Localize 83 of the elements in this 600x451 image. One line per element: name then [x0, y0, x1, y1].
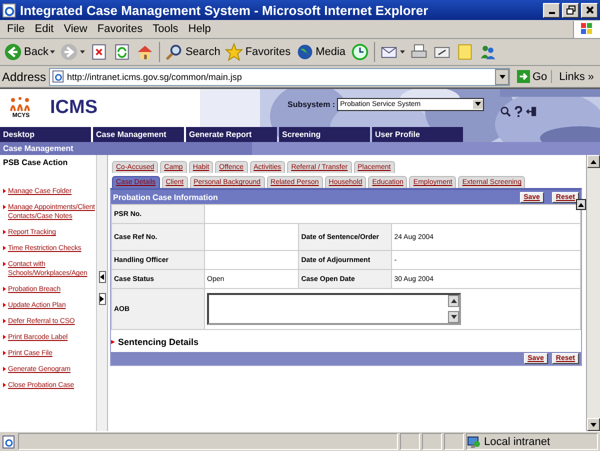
- bullet-icon: [3, 302, 6, 308]
- scroll-up-button[interactable]: [576, 199, 586, 210]
- bullet-icon: [3, 382, 6, 388]
- links-button[interactable]: Links »: [555, 70, 598, 82]
- globe-icon: [296, 43, 314, 61]
- help-icon[interactable]: [513, 106, 524, 116]
- nav-menu-item[interactable]: User Profile: [372, 127, 463, 142]
- left-arrow-icon: [100, 274, 104, 280]
- down-arrow-icon: [590, 422, 597, 426]
- expand-button[interactable]: [98, 293, 106, 305]
- caret-icon: [475, 102, 482, 106]
- up-arrow-icon: [590, 160, 597, 164]
- exit-door-icon[interactable]: [526, 106, 538, 116]
- minimize-button[interactable]: [543, 2, 560, 18]
- sentencing-toggle[interactable]: Sentencing Details: [111, 337, 581, 347]
- nav-menu-item[interactable]: Generate Report: [186, 127, 277, 142]
- close-button[interactable]: [581, 2, 598, 18]
- menu-item[interactable]: Tools: [148, 23, 184, 35]
- restore-icon: [566, 5, 576, 15]
- bullet-icon: [3, 350, 6, 356]
- minimize-icon: [548, 12, 554, 14]
- down-arrow-icon: [450, 315, 456, 319]
- page-icon: [2, 434, 16, 448]
- status-panel: [422, 433, 442, 450]
- stop-icon: [90, 43, 108, 61]
- zone-label: Local intranet: [484, 436, 550, 448]
- nav-menu-item[interactable]: Desktop: [0, 127, 91, 142]
- subsystem-label: Subsystem :: [288, 100, 336, 108]
- note-icon: [456, 43, 474, 61]
- menu-item[interactable]: View: [58, 23, 92, 35]
- caret-icon: [498, 74, 506, 78]
- status-panel: [444, 433, 464, 450]
- address-field[interactable]: http://intranet.icms.gov.sg/common/main.jsp: [49, 68, 510, 86]
- bullet-icon: [3, 204, 6, 210]
- bullet-icon: [3, 286, 6, 292]
- toolbar-button[interactable]: Back: [2, 40, 58, 64]
- status-panel: [400, 433, 420, 450]
- bullet-icon: [3, 188, 6, 194]
- up-arrow-icon: [578, 202, 584, 206]
- toolbar-button[interactable]: Search: [163, 40, 222, 64]
- search-icon: [165, 43, 184, 61]
- history-icon: [350, 43, 369, 61]
- up-arrow-icon: [450, 299, 456, 303]
- menu-item[interactable]: Edit: [30, 23, 59, 35]
- toolbar-button[interactable]: Media: [294, 40, 348, 64]
- nav-menu-item[interactable]: Screening: [279, 127, 370, 142]
- section-title: Case Management: [3, 144, 74, 153]
- toolbar-button[interactable]: Favorites: [223, 40, 293, 64]
- bullet-icon: [3, 334, 6, 340]
- right-arrow-icon: [100, 296, 104, 302]
- restore-button[interactable]: [562, 2, 579, 18]
- menu-item[interactable]: File: [2, 23, 30, 35]
- page-icon: [52, 70, 66, 83]
- menu-item[interactable]: Help: [183, 23, 216, 35]
- printer-icon: [410, 43, 428, 61]
- people-icon: [478, 43, 497, 61]
- aob-text-area[interactable]: [207, 293, 461, 325]
- bullet-icon: [3, 229, 6, 235]
- collapse-button[interactable]: [98, 271, 106, 283]
- scroll-up-button[interactable]: [448, 295, 459, 307]
- go-button[interactable]: Go: [513, 70, 552, 83]
- star-icon: [225, 43, 244, 61]
- address-label: Address: [2, 70, 46, 84]
- arrow-icon: [517, 70, 530, 83]
- dropdown-button[interactable]: [495, 68, 510, 84]
- caret-right-icon: [111, 339, 115, 345]
- close-icon: [584, 5, 594, 15]
- scroll-down-button[interactable]: [448, 311, 459, 323]
- bullet-icon: [3, 318, 6, 324]
- browser-icon: [2, 2, 17, 18]
- bullet-icon: [3, 245, 6, 251]
- bullet-icon: [3, 261, 6, 267]
- nav-menu-item[interactable]: Case Management: [93, 127, 184, 142]
- computer-icon: [467, 434, 481, 448]
- app-name: ICMS: [50, 97, 98, 119]
- panel-title: Probation Case Information: [113, 192, 219, 202]
- refresh-icon: [113, 43, 132, 61]
- search-icon[interactable]: [500, 106, 512, 116]
- menu-item[interactable]: Favorites: [92, 23, 148, 35]
- home-icon: [136, 43, 154, 61]
- window-title: Integrated Case Management System - Microsoft Internet Explorer: [20, 2, 430, 18]
- sidebar-title: PSB Case Action: [3, 158, 69, 167]
- bullet-icon: [3, 366, 6, 372]
